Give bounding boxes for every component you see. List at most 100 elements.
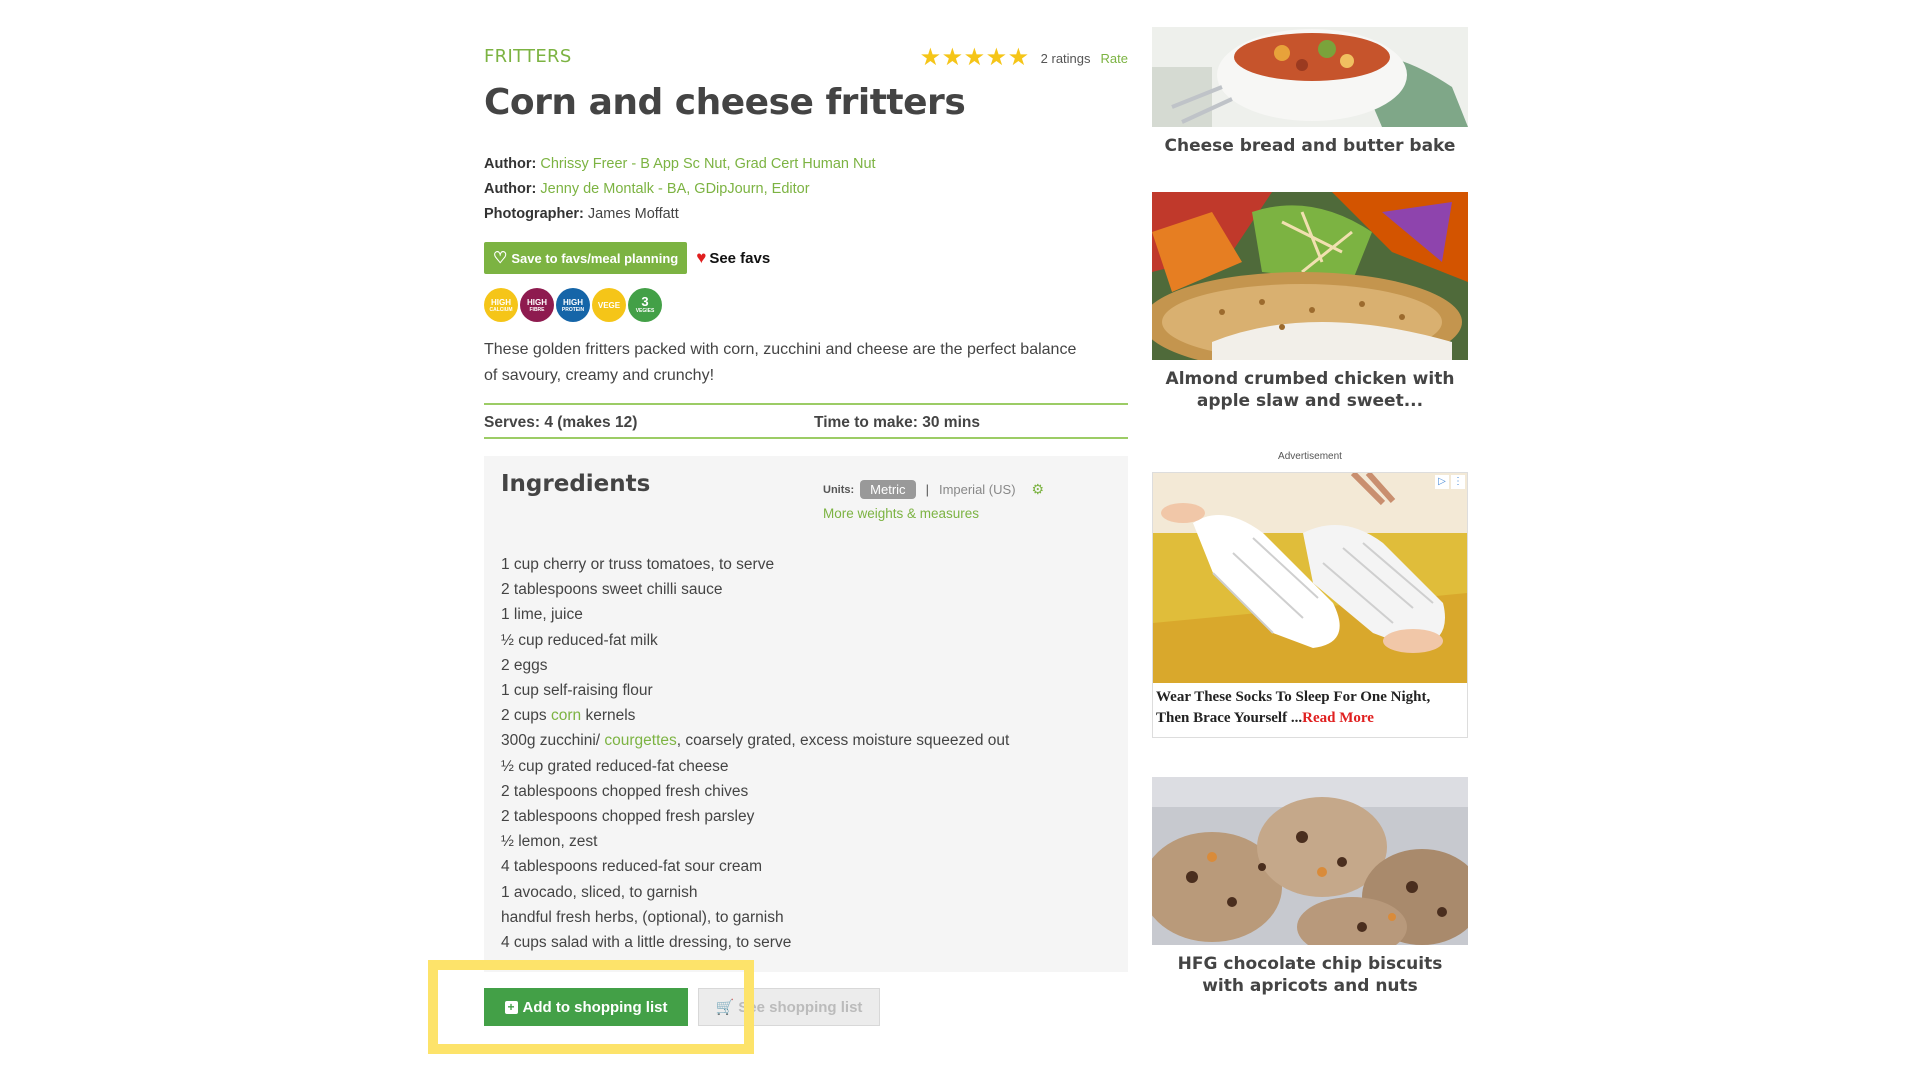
ingredient-text: 300g zucchini/ [501,732,605,750]
ingredient-item: handful fresh herbs, (optional), to garn… [501,905,1009,930]
gear-icon[interactable]: ⚙ [1032,481,1045,498]
ingredient-text: 2 tablespoons chopped fresh parsley [501,808,755,826]
save-to-favs-label: Save to favs/meal planning [511,250,679,266]
see-list-label: See shopping list [738,998,863,1016]
related-recipe-card[interactable]: HFG chocolate chip biscuits with apricot… [1152,777,1468,997]
recipe-category[interactable]: FRITTERS [484,46,572,67]
related-recipe-card[interactable]: Almond crumbed chicken with apple slaw a… [1152,192,1468,412]
ingredient-text: kernels [581,707,636,725]
star-icon: ★ [1007,44,1030,71]
ingredient-item: ½ cup reduced-fat milk [501,628,1009,653]
credit-label: Author: [484,181,537,197]
units-toggle: Units: Metric | Imperial (US) ⚙ [823,480,1044,499]
ad-image[interactable]: ▷ ⋮ [1153,473,1467,683]
ingredients-panel: Ingredients Units: Metric | Imperial (US… [484,456,1128,972]
units-imperial-button[interactable]: Imperial (US) [939,482,1016,497]
recipe-credits: Author: Chrissy Freer - B App Sc Nut, Gr… [484,152,876,227]
more-measures-link[interactable]: More weights & measures [823,506,979,521]
badge-high-protein: HIGH PROTEIN [556,288,590,322]
see-favs-link[interactable]: ♥ See favs [696,248,770,268]
ad-text[interactable]: Wear These Socks To Sleep For One Night,… [1153,683,1467,729]
ingredient-item: 1 avocado, sliced, to garnish [501,880,1009,905]
add-to-shopping-list-button[interactable]: + Add to shopping list [484,988,688,1026]
ingredient-item: 1 lime, juice [501,602,1009,627]
see-favs-label: See favs [709,249,771,267]
save-to-favs-button[interactable]: ♡ Save to favs/meal planning [484,242,688,274]
recipe-thumbnail[interactable] [1152,777,1468,945]
see-shopping-list-button[interactable]: 🛒 See shopping list [698,988,880,1026]
ingredient-item: 2 eggs [501,653,1009,678]
ingredient-item: 300g zucchini/ courgettes, coarsely grat… [501,728,1009,753]
ad-choices[interactable]: ▷ ⋮ [1435,475,1465,489]
serves-time-row: Serves: 4 (makes 12) Time to make: 30 mi… [484,403,1128,439]
related-recipe-title[interactable]: Cheese bread and butter bake [1152,135,1468,157]
ingredient-text: ½ cup grated reduced-fat cheese [501,757,729,775]
related-recipe-card[interactable]: Cheese bread and butter bake [1152,27,1468,157]
ingredient-item: 4 cups salad with a little dressing, to … [501,930,1009,955]
author-link[interactable]: Chrissy Freer - B App Sc Nut, Grad Cert … [540,156,875,172]
rating: ★ ★ ★ ★ ★ 2 ratings Rate [920,46,1128,70]
ingredient-link[interactable]: corn [551,707,581,724]
ingredient-item: 1 cup cherry or truss tomatoes, to serve [501,552,1009,577]
category-rating-row: FRITTERS ★ ★ ★ ★ ★ 2 ratings Rate [484,46,1128,70]
ingredient-item: 1 cup self-raising flour [501,678,1009,703]
badge-3-vegies: 3 VEGIES [628,288,662,322]
recipe-title: Corn and cheese fritters [484,82,966,123]
ad-headline[interactable]: Wear These Socks To Sleep For One Night,… [1156,689,1430,726]
ingredient-text: , coarsely grated, excess moisture squee… [676,732,1010,750]
ingredient-text: handful fresh herbs, (optional), to garn… [501,908,784,926]
heart-icon: ♥ [696,248,707,267]
author-link[interactable]: Jenny de Montalk - BA, GDipJourn, Editor [540,181,809,197]
cart-icon: 🛒 [715,999,735,1016]
ingredient-text: 1 lime, juice [501,606,583,624]
favourites-row: ♡ Save to favs/meal planning ♥ See favs [484,242,770,274]
ingredient-text: 4 cups salad with a little dressing, to … [501,934,792,952]
ad-menu-icon[interactable]: ⋮ [1451,475,1465,489]
ingredients-list: 1 cup cherry or truss tomatoes, to serve… [501,552,1009,955]
ingredient-link[interactable]: courgettes [604,732,676,749]
units-metric-button[interactable]: Metric [860,480,916,499]
ingredient-item: 2 cups corn kernels [501,703,1009,728]
ingredient-text: 2 tablespoons sweet chilli sauce [501,581,723,599]
ingredient-text: 1 avocado, sliced, to garnish [501,883,698,901]
ingredient-item: 2 tablespoons chopped fresh chives [501,779,1009,804]
credit-label: Author: [484,156,537,172]
badge-vege: VEGE [592,288,626,322]
star-rating[interactable]: ★ ★ ★ ★ ★ [919,44,1030,71]
heart-outline-icon: ♡ [493,250,508,267]
credit-photographer: Photographer: James Moffatt [484,202,876,227]
units-label: Units: [823,483,855,496]
adchoices-icon[interactable]: ▷ [1435,475,1449,489]
ingredient-text: ½ lemon, zest [501,833,598,851]
ingredient-item: ½ lemon, zest [501,829,1009,854]
ingredient-item: 2 tablespoons chopped fresh parsley [501,804,1009,829]
advertisement-label: Advertisement [1278,451,1342,462]
star-icon: ★ [941,44,964,71]
credit-author-1: Author: Chrissy Freer - B App Sc Nut, Gr… [484,152,876,177]
star-icon: ★ [919,44,942,71]
recipe-thumbnail[interactable] [1152,192,1468,360]
star-icon: ★ [985,44,1008,71]
credit-author-2: Author: Jenny de Montalk - BA, GDipJourn… [484,177,876,202]
ingredients-heading: Ingredients [501,471,651,497]
credit-label: Photographer: [484,206,584,222]
related-recipe-title[interactable]: HFG chocolate chip biscuits with apricot… [1152,953,1468,997]
units-separator: | [925,482,929,497]
time-to-make: Time to make: 30 mins [814,414,980,431]
plus-square-icon: + [504,1000,518,1014]
advertisement[interactable]: ▷ ⋮ Wear These Socks To Sleep For One Ni… [1152,472,1468,738]
ad-read-more[interactable]: Read More [1302,710,1374,726]
badge-high-fibre: HIGH FIBRE [520,288,554,322]
ratings-count: 2 ratings [1040,50,1091,66]
recipe-description: These golden fritters packed with corn, … [484,341,1077,384]
rate-link[interactable]: Rate [1101,51,1128,66]
recipe-thumbnail[interactable] [1152,27,1468,127]
ingredient-text: ½ cup reduced-fat milk [501,631,658,649]
ingredient-text: 1 cup self-raising flour [501,682,653,700]
ingredient-text: 2 eggs [501,656,548,674]
ingredient-text: 4 tablespoons reduced-fat sour cream [501,858,763,876]
serves-text: Serves: 4 (makes 12) [484,414,638,431]
ingredient-text: 1 cup cherry or truss tomatoes, to serve [501,556,775,573]
photographer-name: James Moffatt [587,206,679,222]
related-recipe-title[interactable]: Almond crumbed chicken with apple slaw a… [1152,368,1468,412]
